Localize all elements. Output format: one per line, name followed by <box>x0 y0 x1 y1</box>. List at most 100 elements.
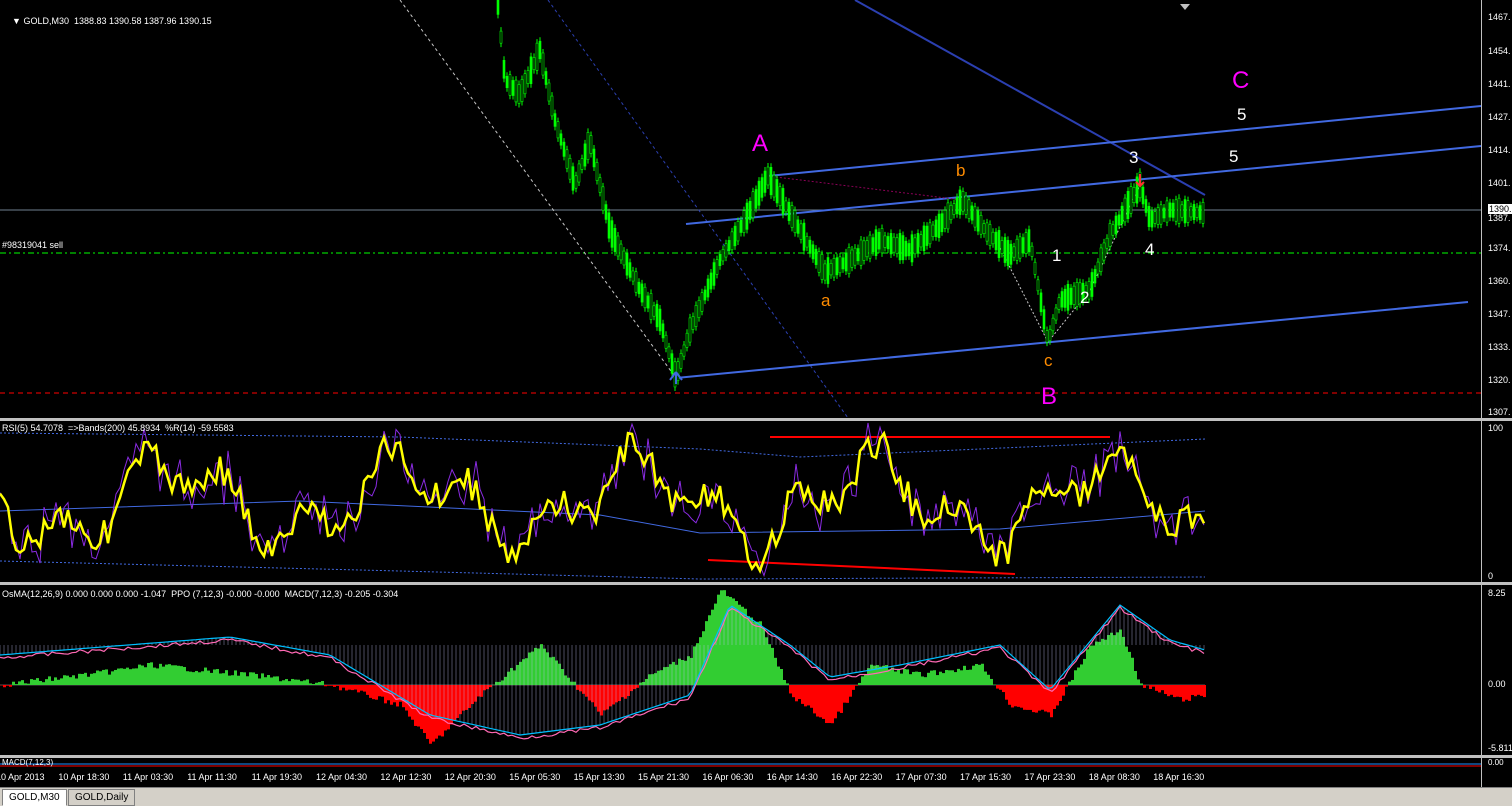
osma-bar-negative <box>813 685 816 713</box>
candle-body <box>923 226 925 251</box>
tab-gold-m30[interactable]: GOLD,M30 <box>2 789 67 806</box>
osma-bar-negative <box>582 685 585 694</box>
candle-body <box>1184 200 1186 223</box>
osma-bar-negative <box>1185 685 1188 700</box>
osma-bar-positive <box>174 665 177 685</box>
osma-bar-positive <box>81 674 84 685</box>
macd-sub-canvas <box>0 758 1481 770</box>
rsi-pane[interactable]: RSI(5) 54.7078 =>Bands(200) 45.8934 %R(1… <box>0 421 1481 582</box>
candle-body <box>908 243 910 255</box>
osma-bar-negative <box>576 685 579 690</box>
candle-body <box>1157 208 1159 225</box>
candle-body <box>1163 208 1165 218</box>
osma-bar-positive <box>249 672 252 685</box>
candle-body <box>1187 201 1189 223</box>
osma-bar-positive <box>162 667 165 685</box>
macd-sub-info-label: MACD(7,12,3) <box>2 758 53 767</box>
osma-bar-positive <box>573 682 576 685</box>
osma-bar-positive <box>522 659 525 685</box>
candle-body <box>806 236 808 247</box>
candle-body <box>1145 199 1147 212</box>
price-tick: 1467. <box>1488 12 1511 22</box>
osma-bar-positive <box>1128 652 1131 685</box>
osma-bar-negative <box>456 685 459 718</box>
candle-body <box>815 249 817 264</box>
osma-bar-negative <box>1059 685 1062 701</box>
price-chart-pane[interactable]: ▼ GOLD,M30 1388.83 1390.58 1387.96 1390.… <box>0 0 1481 418</box>
tab-gold-daily[interactable]: GOLD,Daily <box>68 789 135 806</box>
osma-bar-positive <box>39 681 42 685</box>
osma-bar-positive <box>957 669 960 685</box>
osma-bar-positive <box>897 669 900 685</box>
osma-bar-negative <box>1065 685 1068 687</box>
osma-bar-negative <box>1008 685 1011 705</box>
osma-bar-negative <box>372 685 375 699</box>
osma-axis[interactable]: 8.25 0.00 -5.811 <box>1481 585 1512 755</box>
osma-bar-positive <box>231 675 234 685</box>
osma-bar-negative <box>627 685 630 696</box>
macd-sub-pane[interactable]: MACD(7,12,3) <box>0 758 1481 770</box>
osma-bar-negative <box>375 685 378 700</box>
osma-bar-positive <box>171 665 174 685</box>
osma-bar-negative <box>327 685 330 686</box>
osma-bar-positive <box>519 662 522 685</box>
osma-bar-positive <box>1110 633 1113 685</box>
osma-bar-positive <box>555 660 558 685</box>
candle-body <box>698 300 700 317</box>
candle-body <box>821 254 823 279</box>
osma-bar-positive <box>228 676 231 685</box>
osma-bar-positive <box>315 683 318 685</box>
osma-bar-positive <box>204 668 207 685</box>
candle-body <box>887 236 889 248</box>
osma-bar-positive <box>558 664 561 685</box>
osma-bar-negative <box>819 685 822 717</box>
osma-bar-positive <box>1071 680 1074 685</box>
time-tick-label: 12 Apr 12:30 <box>380 772 431 782</box>
price-axis[interactable]: 1467. 1454. 1441. 1427. 1414. 1401. 1390… <box>1481 0 1512 418</box>
order-label: #98319041 sell <box>2 240 63 250</box>
price-tick: 1320. <box>1488 375 1511 385</box>
candle-body <box>680 353 682 368</box>
osma-bar-positive <box>864 675 867 685</box>
candle-body <box>884 236 886 248</box>
candle-body <box>965 196 967 214</box>
candle-body <box>1016 239 1018 260</box>
osma-bar-positive <box>150 662 153 685</box>
candle-body <box>977 211 979 232</box>
candle-body <box>1112 225 1114 236</box>
osma-bar-positive <box>780 669 783 685</box>
osma-bar-positive <box>54 677 57 685</box>
osma-bar-negative <box>579 685 582 691</box>
wave-connector <box>768 176 962 200</box>
time-tick-label: 10 Apr 18:30 <box>58 772 109 782</box>
candle-body <box>953 204 955 215</box>
candle-body <box>662 324 664 338</box>
osma-bar-positive <box>903 669 906 685</box>
osma-bar-negative <box>1158 685 1161 692</box>
price-tick: 1307. <box>1488 407 1511 417</box>
rsi-tick: 0 <box>1488 571 1493 581</box>
osma-pane[interactable]: OsMA(12,26,9) 0.000 0.000 0.000 -1.047 P… <box>0 585 1481 755</box>
osma-bar-negative <box>1062 685 1065 696</box>
osma-bar-positive <box>1080 664 1083 685</box>
osma-bar-positive <box>891 668 894 685</box>
chart-menu-icon[interactable]: ▼ <box>12 16 23 26</box>
osma-bar-positive <box>1122 637 1125 685</box>
candle-body <box>785 201 787 212</box>
osma-bar-positive <box>108 675 111 685</box>
candle-body <box>878 232 880 249</box>
time-axis[interactable]: 10 Apr 201310 Apr 18:3011 Apr 03:3011 Ap… <box>0 770 1481 785</box>
osma-bar-positive <box>894 672 897 685</box>
candle-body <box>713 263 715 286</box>
osma-bar-positive <box>687 656 690 685</box>
price-tick: 1454. <box>1488 46 1511 56</box>
rsi-axis[interactable]: 100 0 <box>1481 421 1512 582</box>
osma-bar-positive <box>648 674 651 685</box>
osma-bar-positive <box>756 622 759 685</box>
osma-bar-positive <box>111 671 114 685</box>
candle-body <box>734 226 736 246</box>
candle-body <box>554 114 556 127</box>
candle-body <box>980 215 982 234</box>
osma-bar-negative <box>1155 685 1158 691</box>
osma-bar-positive <box>762 628 765 685</box>
